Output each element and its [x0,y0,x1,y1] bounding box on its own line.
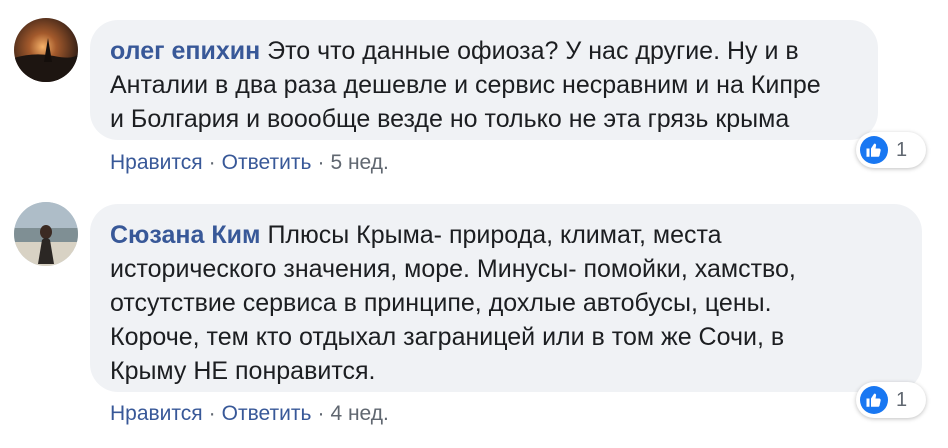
reaction-summary[interactable]: 1 [856,382,926,418]
comment-timestamp[interactable]: 4 нед. [330,402,388,425]
reply-button[interactable]: Ответить [222,402,312,425]
comment-timestamp[interactable]: 5 нед. [330,151,388,174]
separator: · [317,151,325,174]
comment-actions: Нравится · Ответить · 5 нед. [110,151,389,175]
separator: · [317,402,325,425]
comment-actions: Нравится · Ответить · 4 нед. [110,402,389,426]
reaction-summary[interactable]: 1 [856,132,926,168]
reaction-count: 1 [896,138,908,161]
comment-author[interactable]: Сюзана Ким [110,221,260,249]
comment-bubble: олег епихин Это что данные офиоза? У нас… [90,20,878,140]
like-button[interactable]: Нравится [110,151,203,174]
comment-text-line: Это что данные офиоза? У нас другие. Ну … [267,37,799,65]
comment-text-line: и Болгария и воообще везде но только не … [110,105,790,133]
comment-text-line: отсутствие сервиса в принципе, дохлые ав… [110,289,772,317]
comment-text-line: исторического значения, море. Минусы- по… [110,255,796,283]
avatar-image [14,202,78,266]
avatar[interactable] [14,202,78,266]
comment: олег епихин Это что данные офиоза? У нас… [0,0,948,190]
comment: Сюзана Ким Плюсы Крыма- природа, климат,… [0,190,948,448]
comment-bubble: Сюзана Ким Плюсы Крыма- природа, климат,… [90,204,922,392]
comment-text-line: Крыму НЕ понравится. [110,357,376,385]
avatar-image [14,18,78,82]
comment-author[interactable]: олег епихин [110,37,260,65]
reaction-count: 1 [896,388,908,411]
avatar[interactable] [14,18,78,82]
comment-text-line: Анталии в два раза дешевле и сервис неср… [110,71,821,99]
comment-text-line: Плюсы Крыма- природа, климат, места [267,221,722,249]
like-icon [860,386,888,414]
separator: · [208,151,216,174]
reply-button[interactable]: Ответить [222,151,312,174]
like-icon [860,136,888,164]
like-button[interactable]: Нравится [110,402,203,425]
separator: · [208,402,216,425]
comment-text-line: Короче, тем кто отдыхал заграницей или в… [110,323,785,351]
